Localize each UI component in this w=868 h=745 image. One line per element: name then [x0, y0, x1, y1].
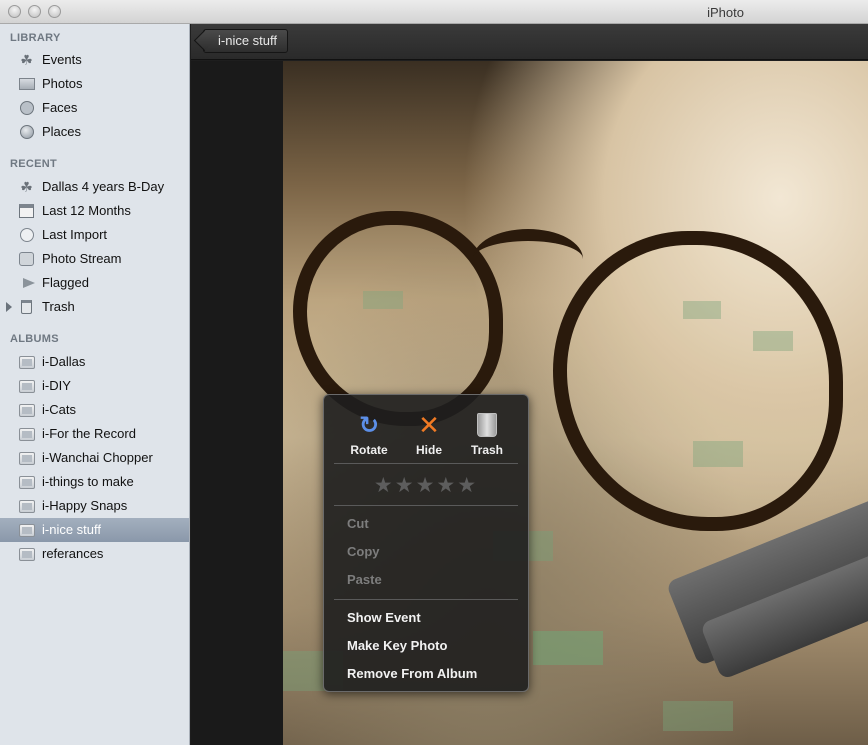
album-icon — [18, 522, 35, 538]
album-icon — [18, 354, 35, 370]
sidebar-item-label: Events — [42, 52, 82, 67]
photos-icon — [18, 76, 35, 92]
sidebar-item-label: referances — [42, 546, 104, 561]
clock-icon — [18, 227, 35, 243]
sidebar-item-photos[interactable]: Photos — [0, 72, 189, 96]
sidebar-item-events[interactable]: ☘ Events — [0, 48, 189, 72]
globe-icon — [18, 124, 35, 140]
sidebar-item-album[interactable]: i-Happy Snaps — [0, 494, 189, 518]
sidebar-item-label: Photo Stream — [42, 251, 122, 266]
hide-x-icon: ✕ — [418, 409, 440, 440]
menu-item-cut: Cut — [347, 516, 369, 531]
sidebar-item-label: i-DIY — [42, 378, 71, 393]
faces-icon — [18, 100, 35, 116]
sidebar-item-label: Last Import — [42, 227, 108, 242]
menu-item-paste: Paste — [347, 572, 382, 587]
sidebar-item-last-import[interactable]: Last Import — [0, 223, 189, 247]
rotate-label: Rotate — [350, 443, 388, 457]
sidebar-item-label: i-Cats — [42, 402, 76, 417]
sidebar-item-label: Last 12 Months — [42, 203, 131, 218]
sidebar-item-label: i-Wanchai Chopper — [42, 450, 153, 465]
sidebar-item-album[interactable]: i-things to make — [0, 470, 189, 494]
photo-stream-icon — [18, 251, 35, 267]
trash-icon — [18, 299, 35, 315]
sidebar-item-album[interactable]: i-Dallas — [0, 350, 189, 374]
sidebar-item-label: Dallas 4 years B-Day — [42, 179, 165, 194]
sidebar-item-album[interactable]: i-Wanchai Chopper — [0, 446, 189, 470]
photo-viewer — [191, 61, 868, 745]
album-icon — [18, 450, 35, 466]
sidebar-item-label: i-things to make — [42, 474, 134, 489]
back-button-label: i-nice stuff — [218, 33, 278, 48]
album-icon — [18, 426, 35, 442]
close-window-button[interactable] — [8, 5, 21, 18]
sidebar-item-last-12-months[interactable]: Last 12 Months — [0, 199, 189, 223]
trash-button[interactable]: Trash — [457, 409, 517, 457]
trash-label: Trash — [470, 443, 503, 457]
sidebar: LIBRARY ☘ Events Photos Faces Places REC… — [0, 24, 190, 745]
hide-button[interactable]: ✕ Hide — [399, 409, 459, 458]
sidebar-item-label: Places — [42, 124, 82, 139]
star-rating[interactable]: ★★★★★ — [324, 473, 528, 498]
flag-icon — [18, 275, 35, 291]
rotate-button[interactable]: ↻ Rotate — [339, 409, 399, 458]
hide-label: Hide — [415, 443, 442, 457]
sidebar-item-label: i-For the Record — [42, 426, 136, 441]
sidebar-item-faces[interactable]: Faces — [0, 96, 189, 120]
sidebar-item-album[interactable]: referances — [0, 542, 189, 566]
separator — [334, 599, 518, 600]
albums-heading: ALBUMS — [10, 333, 59, 345]
rotate-icon: ↻ — [358, 411, 380, 439]
sidebar-item-trash[interactable]: Trash — [0, 295, 189, 319]
album-icon — [18, 378, 35, 394]
album-icon — [18, 498, 35, 514]
title-bar: iPhoto — [0, 0, 868, 24]
sidebar-item-label: i-Dallas — [42, 354, 86, 369]
sidebar-item-label: Trash — [42, 299, 75, 314]
sidebar-item-label: Photos — [42, 76, 83, 91]
toolbar: i-nice stuff — [191, 24, 868, 60]
sidebar-item-dallas-bday[interactable]: ☘ Dallas 4 years B-Day — [0, 175, 189, 199]
sidebar-item-album[interactable]: i-For the Record — [0, 422, 189, 446]
album-icon — [18, 546, 35, 562]
menu-item-copy: Copy — [347, 544, 380, 559]
sidebar-item-label: Faces — [42, 100, 78, 115]
separator — [334, 463, 518, 464]
photo-context-menu: ↻ Rotate ✕ Hide Trash ★★★★★ Cut Copy Pas… — [323, 394, 529, 692]
library-heading: LIBRARY — [10, 32, 61, 44]
sidebar-item-album[interactable]: i-DIY — [0, 374, 189, 398]
sidebar-item-label: i-nice stuff — [42, 522, 102, 537]
recent-heading: RECENT — [10, 158, 58, 170]
palm-icon: ☘ — [20, 179, 33, 195]
disclosure-triangle-icon[interactable] — [6, 302, 12, 312]
trash-can-icon — [457, 411, 517, 439]
separator — [334, 505, 518, 506]
palm-icon: ☘ — [20, 52, 33, 68]
sidebar-item-photo-stream[interactable]: Photo Stream — [0, 247, 189, 271]
sidebar-item-places[interactable]: Places — [0, 120, 189, 144]
zoom-window-button[interactable] — [48, 5, 61, 18]
sidebar-item-album-selected[interactable]: i-nice stuff — [0, 518, 189, 542]
album-icon — [18, 402, 35, 418]
sidebar-item-album[interactable]: i-Cats — [0, 398, 189, 422]
sidebar-item-label: Flagged — [42, 275, 89, 290]
album-icon — [18, 474, 35, 490]
back-button[interactable]: i-nice stuff — [203, 29, 289, 53]
minimize-window-button[interactable] — [28, 5, 41, 18]
calendar-icon — [18, 203, 35, 219]
sidebar-item-label: i-Happy Snaps — [42, 498, 128, 513]
menu-item-remove-from-album[interactable]: Remove From Album — [347, 666, 477, 681]
sidebar-item-flagged[interactable]: Flagged — [0, 271, 189, 295]
window-title: iPhoto — [707, 5, 744, 20]
menu-item-show-event[interactable]: Show Event — [347, 610, 421, 625]
menu-item-make-key-photo[interactable]: Make Key Photo — [347, 638, 447, 653]
